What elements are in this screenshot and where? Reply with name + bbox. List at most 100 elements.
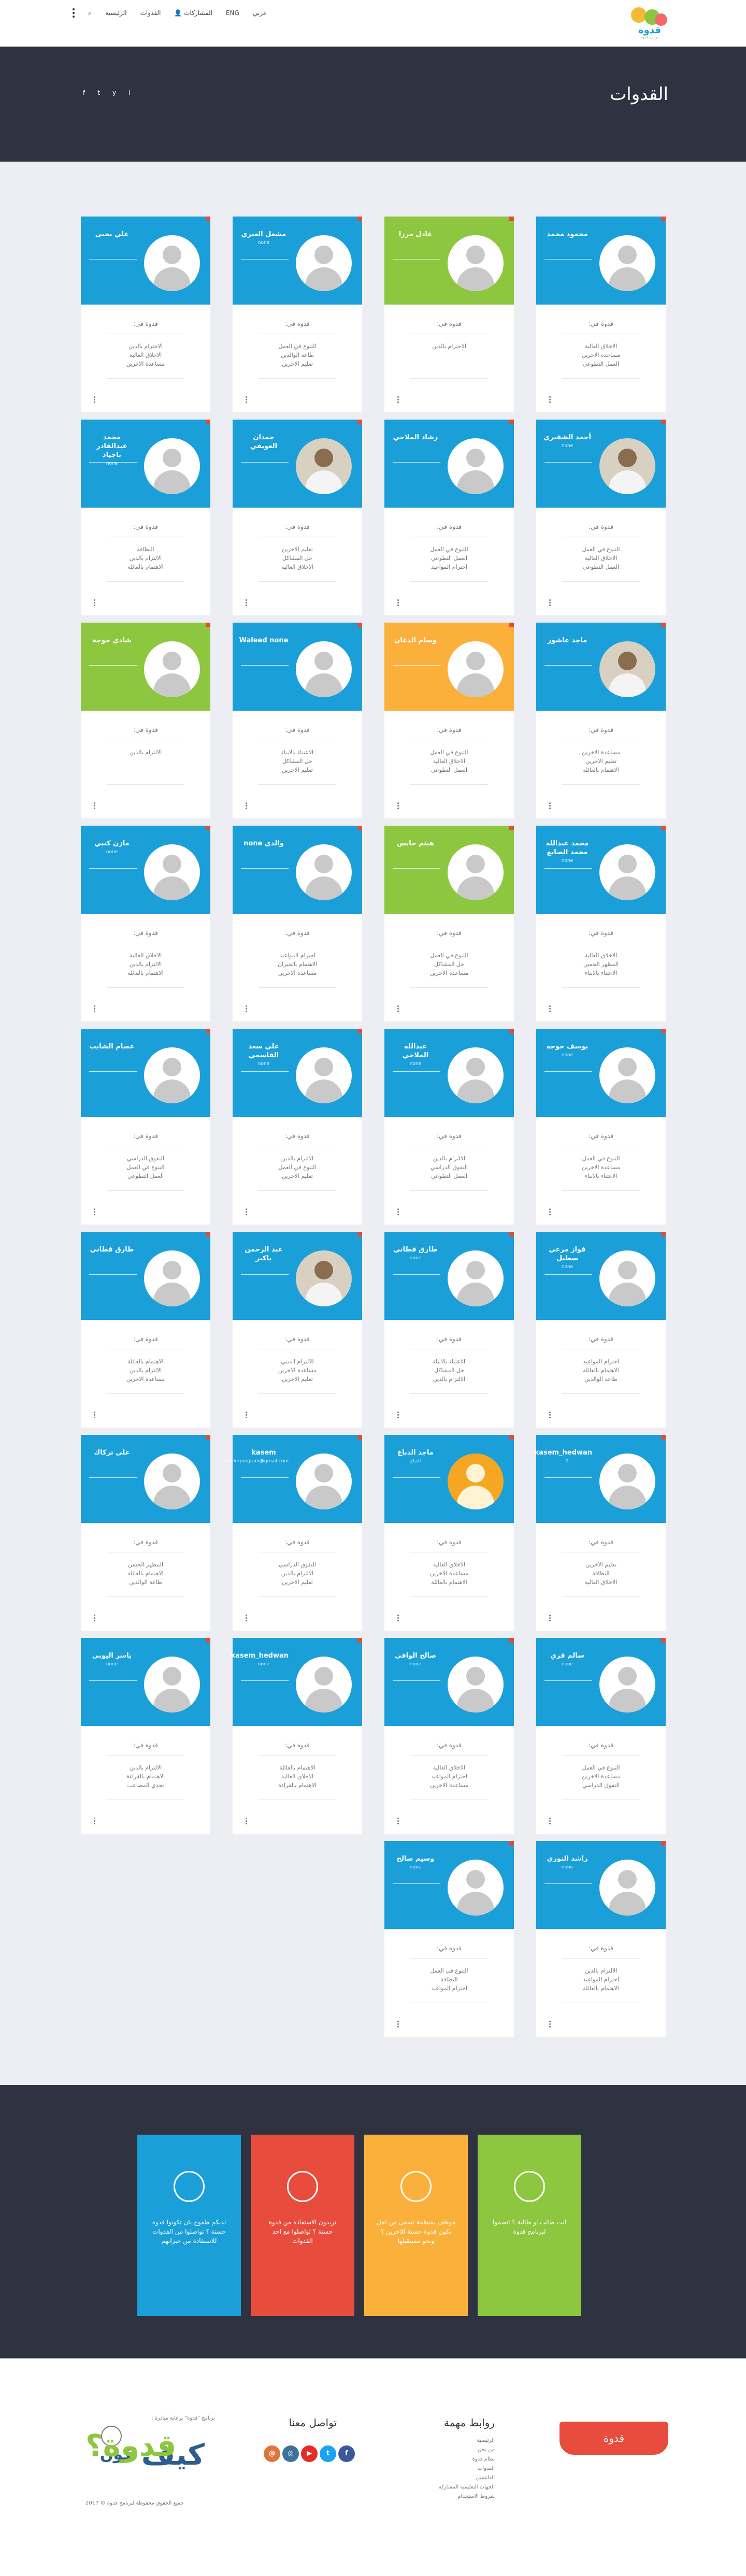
card-name[interactable]: محمود محمد <box>542 230 592 239</box>
card-name[interactable]: وسيم صالح none <box>391 1854 440 1872</box>
model-card[interactable]: kasem_hedwan 2 قدوة في: تعليم الاخرين الن… <box>535 1435 666 1631</box>
avatar[interactable] <box>296 1250 352 1306</box>
nav-posts[interactable]: 👤 المشاركات <box>174 9 212 17</box>
youtube-icon[interactable]: y <box>112 89 116 96</box>
avatar[interactable] <box>144 1657 200 1712</box>
model-card[interactable]: والدي none قدوة في: احترام المواعيد الاهت… <box>233 826 362 1021</box>
avatar[interactable] <box>144 1250 200 1306</box>
model-card[interactable]: kasem kaderprogram@gmail.com قدوة في: ال… <box>226 1435 362 1631</box>
card-name[interactable]: kasem_hedwan none <box>231 1651 289 1669</box>
card-name[interactable]: راشد النوري none <box>542 1854 592 1872</box>
card-name[interactable]: رشاد الملاحي <box>391 433 440 442</box>
avatar[interactable] <box>448 641 504 697</box>
avatar[interactable] <box>296 235 352 291</box>
more-options-icon[interactable] <box>243 1005 247 1012</box>
avatar[interactable] <box>144 1047 200 1103</box>
more-options-icon[interactable] <box>395 1005 399 1012</box>
more-options-icon[interactable] <box>547 1005 551 1012</box>
more-options-icon[interactable] <box>395 802 399 809</box>
model-card[interactable]: علي يحيى قدوة في: الاحترام بالدين الاخلاق… <box>81 217 210 412</box>
avatar[interactable] <box>448 1047 504 1103</box>
card-name[interactable]: سالم قري none <box>542 1651 592 1669</box>
model-card[interactable]: شادي خوجة قدوة في: الالتزام بالدين <box>81 623 210 818</box>
card-name[interactable]: أحمد الشقيري none <box>542 433 592 451</box>
card-name[interactable]: عبدالله الملاحي none <box>391 1042 440 1069</box>
avatar[interactable] <box>599 1047 655 1103</box>
footer-qudwa-button[interactable]: قدوة <box>560 2422 668 2455</box>
more-options-icon[interactable] <box>243 396 247 403</box>
model-card[interactable]: صالح الوافي none قدوة في: الاخلاق العالي… <box>384 1638 514 1834</box>
card-name[interactable]: علي تركاك <box>87 1448 137 1457</box>
card-name[interactable]: حمدان العويفي <box>239 433 289 451</box>
more-options-icon[interactable] <box>547 2021 551 2027</box>
footer-link[interactable]: شروط الاستخدام <box>439 2492 495 2501</box>
card-name[interactable]: Waleed none <box>239 636 289 645</box>
more-options-icon[interactable] <box>547 802 551 809</box>
feature-card[interactable]: تريدون الاستفادة من قدوة حسنة ؟ تواصلوا … <box>251 2135 354 2316</box>
avatar[interactable] <box>296 438 352 494</box>
model-card[interactable]: محمود محمد قدوة في: الاخلاق العالية مساعد… <box>536 217 666 412</box>
card-name[interactable]: صالح الوافي none <box>391 1651 440 1669</box>
model-card[interactable]: طارق فطاني قدوة في: الاهتمام بالعائلة الا… <box>81 1232 210 1428</box>
nav-lang-flag[interactable]: ENG <box>226 9 239 17</box>
avatar[interactable] <box>448 438 504 494</box>
model-card[interactable]: علي تركاك قدوة في: المظهر الحسن الاهتمام … <box>81 1435 210 1631</box>
model-card[interactable]: Waleed none قدوة في: الاعتناء بالابناء حل… <box>233 623 362 818</box>
instagram-icon[interactable]: i <box>128 89 130 96</box>
model-card[interactable]: راشد النوري none قدوة في: الالتزام بالدي… <box>536 1841 666 2037</box>
card-name[interactable]: علي يحيى <box>87 230 137 239</box>
card-name[interactable]: مازن كتبي none <box>87 839 137 857</box>
model-card[interactable]: ياسر اليوبي none قدوة في: الالتزام بالدي… <box>81 1638 210 1834</box>
model-card[interactable]: أحمد الشقيري none قدوة في: التنوع في الع… <box>536 420 666 615</box>
more-options-icon[interactable] <box>91 1615 95 1621</box>
card-name[interactable]: والدي none <box>239 839 289 848</box>
card-name[interactable]: محمد عبدالقادر باجياد none <box>87 433 137 468</box>
more-options-icon[interactable] <box>395 1208 399 1215</box>
footer-link[interactable]: الرئيسية <box>439 2436 495 2445</box>
avatar[interactable] <box>448 1860 504 1916</box>
model-card[interactable]: يوسف خوجه none قدوة في: التنوع في العمل م… <box>536 1029 666 1225</box>
card-name[interactable]: عبد الرحمن باكير <box>239 1245 289 1263</box>
footer-link[interactable]: نظام قدوة <box>439 2455 495 2464</box>
more-options-icon[interactable] <box>91 1412 95 1418</box>
avatar[interactable] <box>144 235 200 291</box>
card-name[interactable]: هيثم حابس <box>391 839 440 848</box>
avatar[interactable] <box>144 844 200 900</box>
avatar[interactable] <box>296 1657 352 1712</box>
avatar[interactable] <box>448 1657 504 1712</box>
card-name[interactable]: شادي خوجة <box>87 636 137 645</box>
more-options-icon[interactable] <box>395 599 399 606</box>
more-options-icon[interactable] <box>547 396 551 403</box>
more-options-icon[interactable] <box>395 396 399 403</box>
card-name[interactable]: ياسر اليوبي none <box>87 1651 137 1669</box>
model-card[interactable]: مشعل العنزي none قدوة في: التنوع في العم… <box>233 217 362 412</box>
avatar[interactable] <box>599 641 655 697</box>
more-options-icon[interactable] <box>547 1412 551 1418</box>
model-card[interactable]: محمد عبدالقادر باجياد none قدوة في: النظ… <box>81 420 210 615</box>
avatar[interactable] <box>448 1454 504 1509</box>
more-options-icon[interactable] <box>395 1818 399 1824</box>
twitter-icon[interactable]: t <box>97 89 100 96</box>
nav-lang[interactable]: عربي <box>253 9 267 17</box>
more-options-icon[interactable] <box>243 1208 247 1215</box>
more-options-icon[interactable] <box>395 2021 399 2027</box>
model-card[interactable]: فواز مرعي سطيل none قدوة في: احترام المو… <box>536 1232 666 1428</box>
more-options-icon[interactable] <box>91 396 95 403</box>
avatar[interactable] <box>296 1047 352 1103</box>
model-card[interactable]: عصام الشايب قدوة في: التفوق الدراسي التنو… <box>81 1029 210 1225</box>
card-name[interactable]: مشعل العنزي none <box>239 230 289 248</box>
nav-models[interactable]: القدوات <box>140 9 161 17</box>
search-icon[interactable]: ⌕ <box>88 9 92 17</box>
more-options-icon[interactable] <box>395 1615 399 1621</box>
avatar[interactable] <box>599 438 655 494</box>
avatar[interactable] <box>296 844 352 900</box>
facebook-icon[interactable]: f <box>338 2445 355 2462</box>
facebook-icon[interactable]: f <box>83 89 85 96</box>
avatar[interactable] <box>599 235 655 291</box>
model-card[interactable]: وسام الدغان قدوة في: التنوع في العمل الاخ… <box>384 623 514 818</box>
more-options-icon[interactable] <box>91 1818 95 1824</box>
more-options-icon[interactable] <box>547 1208 551 1215</box>
avatar[interactable] <box>599 1860 655 1916</box>
card-name[interactable]: ماجد الدباغ الدباغ <box>391 1448 440 1466</box>
footer-link[interactable]: من نحن <box>439 2445 495 2455</box>
